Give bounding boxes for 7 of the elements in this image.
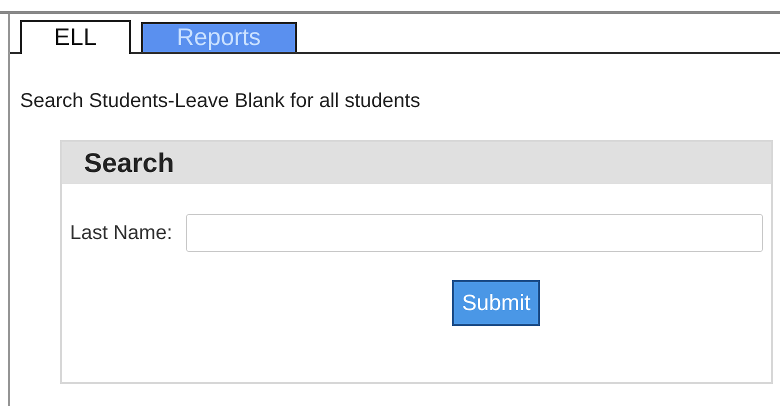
tab[interactable]: ELL (20, 20, 131, 54)
submit-button[interactable]: Submit (452, 280, 540, 326)
input-field[interactable] (186, 214, 763, 252)
tab[interactable]: Reports (140, 22, 297, 52)
field-label: Last Name: (70, 222, 172, 244)
panel-title: Search (84, 148, 174, 178)
instructions-text: Search Students-Leave Blank for all students (20, 90, 422, 113)
